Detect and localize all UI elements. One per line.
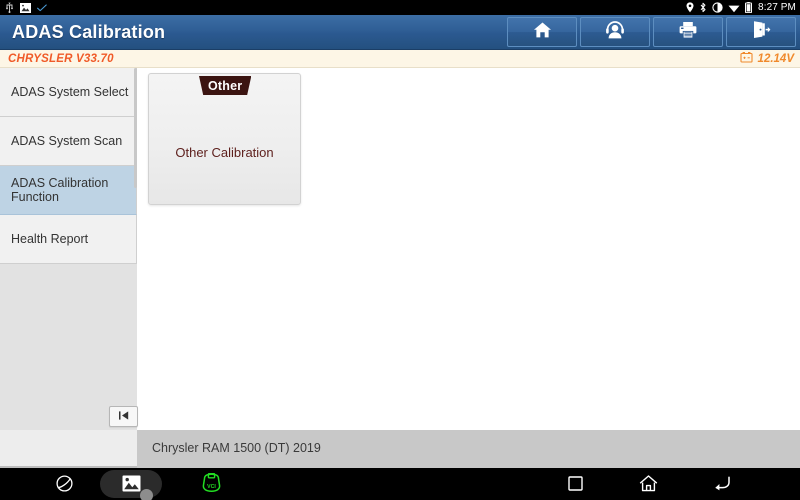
screenshot-icon [20, 2, 31, 13]
sidebar-item-adas-calibration-function[interactable]: ADAS Calibration Function [0, 166, 137, 215]
voltage-indicator: 12.14V [739, 50, 794, 68]
footer-left-filler [0, 430, 137, 466]
header-toolbar [507, 15, 800, 50]
home-icon [533, 21, 552, 44]
wifi-icon [728, 3, 740, 13]
print-button[interactable] [653, 17, 723, 47]
sidebar-item-label: ADAS System Scan [11, 134, 123, 148]
bluetooth-icon [699, 2, 707, 13]
app-header: ADAS Calibration [0, 15, 800, 50]
version-bar: CHRYSLER V33.70 12.14V [0, 50, 800, 68]
status-bar-clock: 8:27 PM [758, 2, 796, 13]
brightness-icon [712, 2, 723, 13]
android-nav-bar: VCI [0, 466, 800, 500]
page-title: ADAS Calibration [12, 21, 166, 42]
check-icon [37, 3, 47, 12]
nav-vci-icon[interactable]: VCI [190, 466, 232, 500]
svg-text:VCI: VCI [207, 484, 216, 490]
nav-screenshot-icon[interactable] [111, 466, 151, 500]
status-bar-right-icons: 8:27 PM [686, 2, 796, 14]
vehicle-name: Chrysler RAM 1500 (DT) 2019 [152, 441, 321, 455]
battery-voltage-icon [739, 50, 753, 68]
main-content: Other Other Calibration [137, 68, 800, 430]
collapse-left-icon [117, 408, 131, 426]
status-bar-left-icons [5, 2, 47, 13]
home-button[interactable] [507, 17, 577, 47]
sidebar-item-label: ADAS Calibration Function [11, 176, 109, 204]
battery-icon [745, 2, 753, 14]
nav-planet-icon[interactable] [44, 466, 84, 500]
collapse-sidebar-button[interactable] [109, 406, 138, 427]
usb-icon [5, 2, 14, 13]
nav-home-icon[interactable] [628, 466, 668, 500]
card-ribbon-badge: Other [199, 76, 252, 95]
sidebar-item-label: Health Report [11, 232, 89, 246]
adas-calibration-screen: 8:27 PM ADAS Calibration CHRYSLER V33.70… [0, 0, 800, 500]
sidebar-item-adas-system-scan[interactable]: ADAS System Scan [0, 117, 137, 166]
sidebar-item-health-report[interactable]: Health Report [0, 215, 137, 264]
support-button[interactable] [580, 17, 650, 47]
location-icon [686, 2, 694, 13]
vehicle-info-bar: Chrysler RAM 1500 (DT) 2019 [137, 430, 800, 466]
card-title: Other Calibration [175, 145, 274, 160]
other-calibration-card[interactable]: Other Other Calibration [148, 73, 301, 205]
exit-button[interactable] [726, 17, 796, 47]
exit-door-icon [752, 20, 771, 44]
headset-person-icon [605, 20, 625, 44]
sidebar-menu: ADAS System Select ADAS System Scan ADAS… [0, 68, 137, 264]
nav-recents-icon[interactable] [555, 466, 595, 500]
nav-back-icon[interactable] [701, 466, 741, 500]
sidebar-item-adas-system-select[interactable]: ADAS System Select [0, 68, 137, 117]
printer-icon [678, 21, 698, 44]
android-status-bar: 8:27 PM [0, 0, 800, 15]
vehicle-version-label: CHRYSLER V33.70 [8, 52, 114, 65]
sidebar-item-label: ADAS System Select [11, 85, 129, 99]
voltage-value: 12.14V [757, 52, 794, 65]
